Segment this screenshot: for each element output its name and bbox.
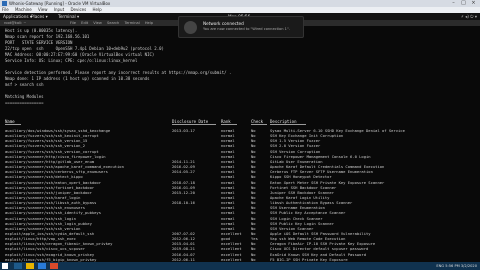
terminal-menu-help[interactable]: Help xyxy=(145,21,153,25)
console-line: Service Info: OS: Linux; CPE: cpe:/o:lin… xyxy=(5,58,138,63)
virtualbox-taskbar-icon[interactable] xyxy=(38,263,46,269)
taskview-icon[interactable] xyxy=(14,263,22,269)
header-rule xyxy=(172,124,216,125)
network-notification[interactable]: Network connected You are now connected … xyxy=(178,16,304,38)
row-description: F5 BIG-IP SSH Private Key Exposure xyxy=(270,256,348,262)
virtualbox-icon xyxy=(2,1,7,6)
console-line: MAC Address: 08:00:27:E7:99:60 (Oracle V… xyxy=(5,52,155,57)
terminal-menu-terminal[interactable]: Terminal xyxy=(125,21,140,25)
console-line: 22/tcp open ssh OpenSSH 7.4p1 Debian 10+… xyxy=(5,46,164,51)
notification-message: You are now connected to "Wired connecti… xyxy=(203,27,290,31)
console-line: Host is up (0.00035s latency). xyxy=(5,28,78,33)
menu-file[interactable]: File xyxy=(2,7,9,12)
vbox-window-title: Whonix-Gateway [Running] - Oracle VM Vir… xyxy=(9,1,111,6)
browser-icon[interactable] xyxy=(50,263,58,269)
notification-title: Network connected xyxy=(203,21,244,26)
menu-view[interactable]: View xyxy=(38,7,48,12)
terminal-menu-search[interactable]: Search xyxy=(107,21,119,25)
console-line: Nmap scan report for 192.168.56.101 xyxy=(5,34,90,39)
menu-machine[interactable]: Machine xyxy=(15,7,32,12)
console-line: Nmap done: 1 IP address (1 host up) scan… xyxy=(5,76,150,81)
row-check: No xyxy=(251,256,256,262)
file-explorer-icon[interactable] xyxy=(26,263,34,269)
row-module-name: exploit/linux/ssh/f5_bigip_known_privkey xyxy=(5,256,97,262)
console-line: PORT STATE SERVICE VERSION xyxy=(5,40,73,45)
console-line: ================ xyxy=(5,100,44,105)
minimize-button[interactable]: – xyxy=(449,0,458,7)
maximize-button[interactable]: □ xyxy=(459,0,468,7)
menu-input[interactable]: Input xyxy=(54,7,64,12)
windows-taskbar: ENG 5:56 PM 3/2/2020 xyxy=(0,262,480,270)
taskbar-tray: ENG 5:56 PM 3/2/2020 xyxy=(436,264,477,268)
console-line: Matching Modules xyxy=(5,94,44,99)
terminal-output[interactable]: Host is up (0.00035s latency). Nmap scan … xyxy=(0,26,480,262)
places-menu[interactable]: Places ▾ xyxy=(31,13,48,20)
header-rule xyxy=(5,124,21,125)
menu-help[interactable]: Help xyxy=(92,7,101,12)
console-line: msf > search ssh xyxy=(5,82,44,87)
terminal-menu-edit[interactable]: Edit xyxy=(81,21,88,25)
terminal-menu-view[interactable]: View xyxy=(93,21,102,25)
vbox-titlebar: Whonix-Gateway [Running] - Oracle VM Vir… xyxy=(0,0,480,7)
applications-menu[interactable]: Applications ▾ xyxy=(3,13,32,20)
header-rule xyxy=(251,124,267,125)
windows-start-icon[interactable] xyxy=(2,263,8,269)
close-button[interactable]: × xyxy=(469,0,478,7)
terminal-app-menu[interactable]: Terminal ▾ xyxy=(58,13,79,20)
system-tray[interactable]: ⚡ ◂) ⏻ ▾ xyxy=(461,13,477,20)
console-line: Service detection performed. Please repo… xyxy=(5,70,232,75)
menu-devices[interactable]: Devices xyxy=(70,7,86,12)
header-rule xyxy=(221,124,237,125)
row-disclosure-date: 2012-06-11 xyxy=(172,256,195,262)
row-rank: excellent xyxy=(221,256,242,262)
header-rule xyxy=(270,124,306,125)
terminal-menu-file[interactable]: File xyxy=(70,21,76,25)
network-icon xyxy=(184,21,197,34)
